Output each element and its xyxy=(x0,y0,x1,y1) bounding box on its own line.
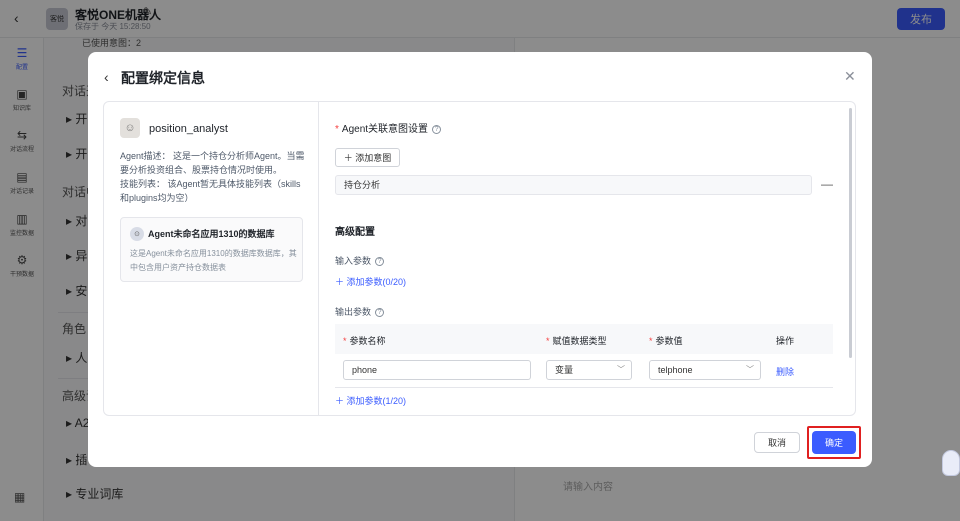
agent-description: Agent描述： 这是一个持仓分析师Agent。当需要分析投资组合、股票持仓情况… xyxy=(120,151,305,175)
header-data-type: * 赋值数据类型 xyxy=(546,336,607,346)
agent-skills: 技能列表： 该Agent暂无具体技能列表（skills和plugins均为空） xyxy=(120,179,301,203)
scrollbar[interactable] xyxy=(849,108,852,358)
header-param-value: * 参数值 xyxy=(649,336,683,346)
database-card: ⊙ Agent未命名应用1310的数据库 这是Agent未命名应用1310的数据… xyxy=(120,217,303,282)
agent-info-panel: ☺ position_analyst Agent描述： 这是一个持仓分析师Age… xyxy=(104,102,319,415)
database-title: Agent未命名应用1310的数据库 xyxy=(148,229,275,239)
assistant-bot-icon[interactable] xyxy=(942,450,960,476)
settings-panel: * Agent关联意图设置? ＋ 添加意图 持仓分析 — 高级配置 输入参数? ＋… xyxy=(319,102,855,415)
close-icon[interactable]: ✕ xyxy=(844,68,856,85)
help-icon[interactable]: ? xyxy=(375,257,385,266)
table-row: phone 变量 ﹀ telphone ﹀ 删除 xyxy=(335,354,833,388)
header-action: 操作 xyxy=(776,336,795,346)
modal-title: 配置绑定信息 xyxy=(121,70,205,86)
intent-section-title: * Agent关联意图设置? xyxy=(335,120,442,135)
data-type-select[interactable]: 变量 ﹀ xyxy=(546,360,632,380)
output-params-table: * 参数名称 * 赋值数据类型 * 参数值 操作 phone 变量 ﹀ telphone… xyxy=(335,324,833,388)
database-description: 这是Agent未命名应用1310的数据库数据库，其中包含用户资产持仓数据表 xyxy=(130,249,297,272)
remove-intent-icon[interactable]: — xyxy=(821,177,833,191)
add-intent-button[interactable]: ＋ 添加意图 xyxy=(335,148,400,167)
chevron-down-icon: ﹀ xyxy=(617,365,625,374)
param-value-select[interactable]: telphone ﹀ xyxy=(649,360,761,380)
confirm-button[interactable]: 确定 xyxy=(812,431,856,454)
table-header: * 参数名称 * 赋值数据类型 * 参数值 操作 xyxy=(335,324,833,354)
header-param-name: * 参数名称 xyxy=(343,336,386,346)
database-icon: ⊙ xyxy=(130,227,144,241)
config-binding-modal: ‹ 配置绑定信息 ✕ ☺ position_analyst Agent描述： 这… xyxy=(88,52,872,467)
add-output-param-link[interactable]: ＋ 添加参数(1/20) xyxy=(335,394,406,407)
modal-body: ☺ position_analyst Agent描述： 这是一个持仓分析师Age… xyxy=(103,101,856,416)
help-icon[interactable]: ? xyxy=(432,125,442,134)
intent-field[interactable]: 持仓分析 xyxy=(335,175,812,195)
chevron-down-icon: ﹀ xyxy=(746,365,754,374)
delete-param-link[interactable]: 删除 xyxy=(776,365,794,378)
param-name-input[interactable]: phone xyxy=(343,360,531,380)
cancel-button[interactable]: 取消 xyxy=(754,432,800,453)
output-params-label: 输出参数? xyxy=(335,305,385,318)
help-icon[interactable]: ? xyxy=(375,308,385,317)
agent-name: position_analyst xyxy=(149,123,228,135)
add-input-param-link[interactable]: ＋ 添加参数(0/20) xyxy=(335,275,406,288)
input-params-label: 输入参数? xyxy=(335,254,385,267)
back-icon[interactable]: ‹ xyxy=(104,69,109,85)
advanced-config-title: 高级配置 xyxy=(335,227,375,238)
confirm-highlight: 确定 xyxy=(807,426,861,459)
agent-avatar: ☺ xyxy=(120,118,140,138)
